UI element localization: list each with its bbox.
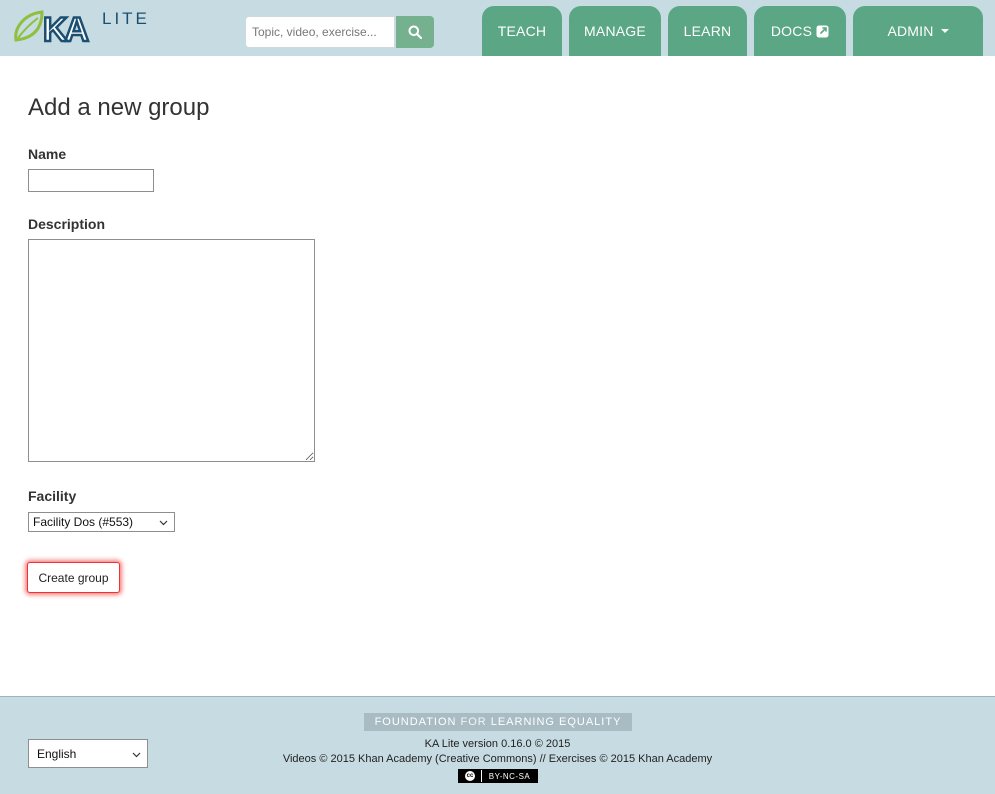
- search-button[interactable]: [396, 16, 434, 48]
- chevron-down-icon: [159, 520, 168, 526]
- nav-tab-manage[interactable]: MANAGE: [569, 6, 661, 56]
- facility-select[interactable]: Facility Dos (#553): [28, 512, 175, 532]
- nav-tab-teach[interactable]: TEACH: [482, 6, 562, 56]
- page-title: Add a new group: [28, 94, 210, 121]
- fle-logo-banner[interactable]: FOUNDATION FOR LEARNING EQUALITY: [364, 713, 632, 731]
- credits-text: Videos © 2015 Khan Academy (Creative Com…: [282, 753, 713, 765]
- external-link-icon: [816, 25, 829, 38]
- nav-tab-admin[interactable]: ADMIN: [853, 6, 983, 56]
- fle-banner-part2: FOR: [460, 716, 487, 728]
- fle-banner-part3: LEARNING EQUALITY: [490, 716, 622, 728]
- nav-tab-learn[interactable]: LEARN: [668, 6, 747, 56]
- version-text: KA Lite version 0.16.0 © 2015: [424, 738, 571, 750]
- license-terms: BY-NC-SA: [482, 770, 537, 782]
- fle-banner-part1: FOUNDATION: [374, 716, 457, 728]
- nav-tab-label: TEACH: [497, 23, 547, 39]
- description-textarea[interactable]: [28, 239, 315, 462]
- nav-tab-label: ADMIN: [887, 23, 934, 39]
- footer: English FOUNDATION FOR LEARNING EQUALITY…: [0, 696, 995, 794]
- creative-commons-badge[interactable]: cc BY-NC-SA: [458, 769, 538, 783]
- cc-icon: cc: [459, 770, 481, 782]
- cc-icon-text: cc: [465, 771, 475, 781]
- logo-ka-text: KA: [43, 11, 89, 46]
- facility-label: Facility: [28, 488, 77, 504]
- facility-selected-value: Facility Dos (#553): [33, 515, 134, 529]
- ka-lite-logo[interactable]: KA LITE: [12, 6, 162, 50]
- logo-lite-text: LITE: [102, 9, 150, 28]
- description-label: Description: [28, 216, 106, 232]
- search-input[interactable]: [245, 16, 395, 48]
- search-icon: [408, 25, 422, 39]
- caret-down-icon: [940, 29, 949, 33]
- nav-tab-docs[interactable]: DOCS: [754, 6, 846, 56]
- top-navbar: KA LITE TEACH MANAGE LEARN DOCS ADMIN: [0, 0, 995, 56]
- create-group-button[interactable]: Create group: [27, 562, 120, 593]
- nav-tab-label: MANAGE: [584, 23, 646, 39]
- nav-tab-label: DOCS: [770, 23, 813, 39]
- leaf-logo-icon: KA LITE: [14, 9, 150, 50]
- name-input[interactable]: [28, 169, 154, 192]
- nav-tab-label: LEARN: [683, 23, 732, 39]
- name-label: Name: [28, 146, 67, 162]
